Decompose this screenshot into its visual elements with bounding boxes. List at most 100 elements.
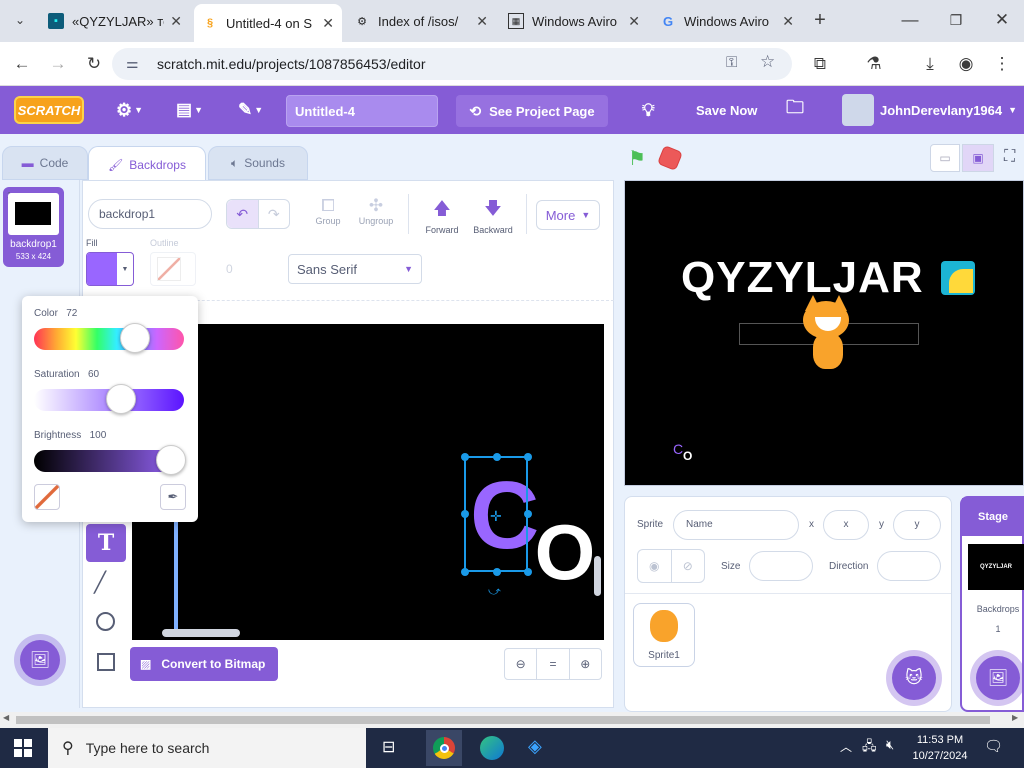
page-horizontal-scrollbar[interactable]: ◀ ▶ — [0, 712, 1024, 728]
edge-taskbar-icon[interactable] — [480, 736, 504, 760]
fullscreen-icon[interactable]: ⛶ — [1004, 148, 1015, 166]
backdrop-name-input[interactable]: backdrop1 — [88, 199, 212, 229]
selection-box[interactable]: ✛ ⤻ — [461, 453, 532, 598]
fill-color-button[interactable]: ▼ — [86, 252, 134, 286]
canvas-text-o[interactable]: O — [530, 513, 600, 591]
resize-handle[interactable] — [524, 453, 532, 461]
project-title-input[interactable]: Untitled-4 — [286, 95, 438, 127]
resize-handle[interactable] — [461, 453, 469, 461]
ungroup-button[interactable]: ✣ Ungroup — [356, 196, 396, 226]
new-tab-icon[interactable]: + — [808, 8, 832, 32]
close-tab-icon[interactable]: ✕ — [628, 13, 640, 30]
my-stuff-folder-icon[interactable]: 🗀 — [786, 86, 804, 134]
paint-canvas[interactable]: C ✛ ⤻ O — [132, 324, 604, 640]
browser-menu-icon[interactable]: ⋮ — [990, 52, 1014, 76]
extensions-icon[interactable]: ⧉ — [808, 52, 832, 76]
text-tool-icon[interactable]: T — [86, 524, 126, 562]
browser-tab-scratch[interactable]: § Untitled-4 on S ✕ — [194, 4, 342, 42]
y-input[interactable]: y — [893, 510, 941, 540]
network-icon[interactable]: 🖧︎ — [862, 737, 877, 759]
volume-muted-icon[interactable]: 🔇︎ — [886, 737, 894, 753]
outline-color-button[interactable] — [150, 252, 196, 286]
edit-menu-icon[interactable]: ✎ ▼ — [238, 86, 263, 134]
horizontal-scrollbar[interactable] — [162, 629, 240, 637]
convert-to-bitmap-button[interactable]: ▨ Convert to Bitmap — [130, 647, 278, 681]
see-project-page-button[interactable]: ⟲ See Project Page — [456, 95, 608, 127]
zoom-reset-icon[interactable]: = — [537, 649, 570, 679]
notifications-icon[interactable]: 🗨︎ — [984, 737, 1003, 755]
download-icon[interactable]: ⤓ — [918, 52, 942, 76]
x-input[interactable]: x — [823, 510, 869, 540]
backdrop-item-selected[interactable]: 1 backdrop1 533 x 424 — [3, 187, 64, 267]
stage-canvas[interactable]: QYZYLJAR C O — [624, 180, 1024, 486]
user-account-menu[interactable]: JohnDerevlany1964 ▼ — [842, 86, 1017, 134]
zoom-in-icon[interactable]: ⊕ — [570, 649, 601, 679]
site-info-icon[interactable]: ⚌ — [126, 55, 139, 72]
outline-width-input[interactable]: 0 — [226, 262, 233, 276]
zoom-out-icon[interactable]: ⊖ — [505, 649, 538, 679]
saturation-slider-knob[interactable] — [106, 384, 136, 414]
browser-tab-qyzyljar[interactable]: ▪ «QYZYLJAR» те ✕ — [40, 6, 190, 36]
sprite-tile[interactable]: Sprite1 — [633, 603, 695, 667]
scroll-left-icon[interactable]: ◀ — [3, 713, 9, 722]
save-now-button[interactable]: Save Now — [696, 86, 757, 134]
forward-icon[interactable]: → — [46, 52, 70, 76]
tab-backdrops[interactable]: 🖌︎ Backdrops — [88, 146, 206, 182]
undo-icon[interactable]: ↶ — [227, 200, 259, 228]
resize-handle[interactable] — [493, 568, 501, 576]
resize-handle[interactable] — [461, 510, 469, 518]
password-key-icon[interactable]: ⚿ — [726, 54, 737, 71]
settings-menu-icon[interactable]: ⚙ ▼ — [116, 86, 143, 134]
small-stage-icon[interactable]: ▭ — [930, 144, 960, 172]
labs-flask-icon[interactable]: ⚗ — [862, 52, 886, 76]
vertical-scrollbar[interactable] — [594, 556, 601, 596]
redo-icon[interactable]: ↷ — [259, 200, 290, 228]
show-hidden-icons-icon[interactable]: ︿ — [840, 738, 852, 755]
size-input[interactable] — [749, 551, 813, 581]
color-slider[interactable] — [34, 323, 184, 353]
close-tab-icon[interactable]: ✕ — [782, 13, 794, 30]
sprite-name-input[interactable]: Name — [673, 510, 799, 540]
green-flag-icon[interactable]: ⚑ — [628, 146, 646, 171]
rectangle-tool-icon[interactable] — [97, 653, 115, 671]
color-slider-knob[interactable] — [120, 323, 150, 353]
browser-tab-windows[interactable]: ▦ Windows Aviro ✕ — [500, 6, 648, 36]
scratch-logo[interactable]: SCRATCH — [14, 96, 84, 124]
large-stage-icon[interactable]: ▣ — [962, 144, 994, 172]
tips-lightbulb-icon[interactable]: 💡︎ — [642, 86, 655, 134]
profile-icon[interactable]: ◉ — [954, 52, 978, 76]
bookmark-star-icon[interactable]: ☆ — [760, 52, 775, 72]
more-menu-button[interactable]: More ▼ — [536, 200, 600, 230]
rotate-handle-icon[interactable]: ⤻ — [488, 584, 501, 599]
minimize-icon[interactable]: — — [898, 8, 922, 32]
chrome-taskbar-icon[interactable] — [426, 730, 462, 766]
brightness-slider[interactable] — [34, 445, 186, 475]
tab-code[interactable]: ▬ Code — [2, 146, 88, 180]
circle-tool-icon[interactable] — [96, 612, 115, 631]
brightness-slider-knob[interactable] — [156, 445, 186, 475]
restore-icon[interactable]: ❐ — [944, 8, 968, 32]
back-icon[interactable]: ← — [10, 52, 34, 76]
scratch-cat-sprite[interactable] — [789, 293, 859, 379]
choose-backdrop-button[interactable]: 🖼︎ — [20, 640, 60, 680]
resize-handle[interactable] — [493, 453, 501, 461]
tab-search-icon[interactable]: ⌄ — [8, 8, 32, 32]
close-tab-icon[interactable]: ✕ — [322, 15, 334, 32]
stop-icon[interactable] — [656, 144, 684, 172]
scroll-right-icon[interactable]: ▶ — [1012, 713, 1018, 722]
eyedropper-icon[interactable]: ✒ — [160, 484, 186, 510]
file-menu-icon[interactable]: ▤ ▼ — [176, 86, 203, 134]
windows-start-icon[interactable] — [14, 739, 32, 757]
clock[interactable]: 11:53 PM 10/27/2024 — [906, 732, 974, 764]
browser-tab-google[interactable]: G Windows Aviro ✕ — [652, 6, 802, 36]
close-window-icon[interactable]: ✕ — [990, 8, 1014, 32]
browser-tab-index[interactable]: ⚙ Index of /isos/ ✕ — [346, 6, 496, 36]
resize-handle[interactable] — [461, 568, 469, 576]
forward-button[interactable]: 🡅 Forward — [420, 196, 464, 235]
app-taskbar-icon[interactable]: ◈ — [528, 736, 554, 760]
close-tab-icon[interactable]: ✕ — [476, 13, 488, 30]
choose-backdrop-stage-button[interactable]: 🖼︎ — [976, 656, 1020, 700]
show-eye-icon[interactable]: ◉ — [638, 550, 672, 582]
no-color-swatch-icon[interactable] — [34, 484, 60, 510]
backward-button[interactable]: 🡇 Backward — [468, 196, 518, 235]
